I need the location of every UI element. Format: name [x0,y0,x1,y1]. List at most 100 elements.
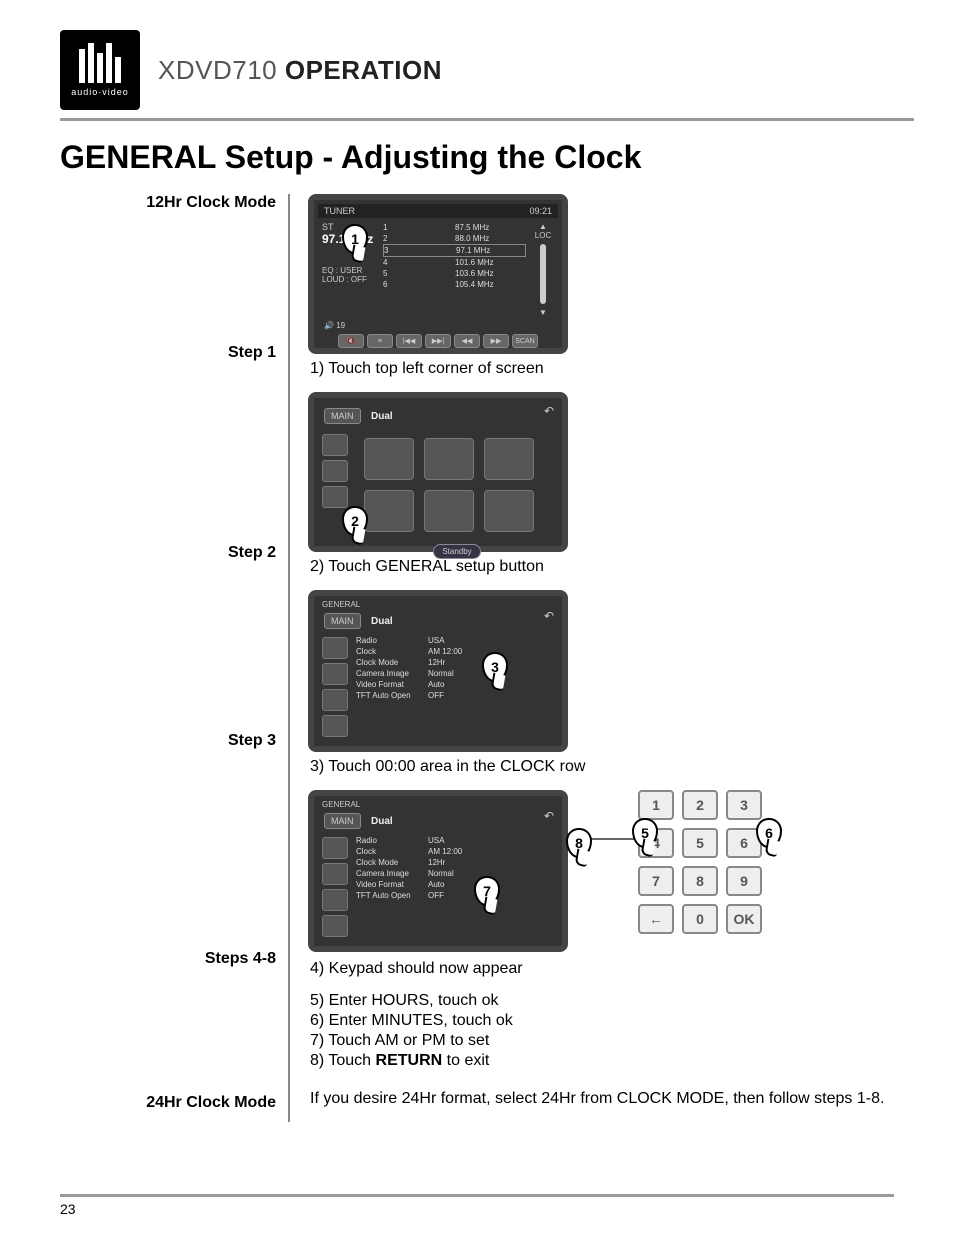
header-title: XDVD710 OPERATION [158,55,442,86]
callout-2: 2 [342,506,368,536]
caption-step6: 6) Enter MINUTES, touch ok [310,1012,914,1030]
preset-row[interactable]: 6105.4 MHz [383,279,526,290]
side-icon[interactable] [322,460,348,482]
side-icon[interactable] [322,663,348,685]
caption-24hr: If you desire 24Hr format, select 24Hr f… [310,1090,914,1108]
side-icon[interactable] [322,486,348,508]
tuner-bottom-bar: 🔇 ≡ |◀◀ ▶▶| ◀◀ ▶▶ SCAN [318,330,558,348]
keypad-back[interactable]: ← [638,904,674,934]
general-title: GENERAL [318,600,558,609]
callout-3: 3 [482,652,508,682]
brand-label: Dual [365,614,399,629]
tuner-right: ▲ LOC ▼ [532,222,554,317]
caption-step8: 8) Touch RETURN to exit [310,1052,914,1070]
label-step3: Step 3 [228,732,276,750]
header-model: XDVD710 [158,55,277,85]
menu-item[interactable] [424,490,474,532]
menu-item[interactable] [484,490,534,532]
keypad-key[interactable]: 9 [726,866,762,896]
callout-8: 8 [566,828,592,858]
return-icon[interactable]: ↶ [544,404,554,418]
tuner-loc: LOC [532,231,554,240]
keypad-key[interactable]: 2 [682,790,718,820]
setting-row[interactable]: TFT Auto OpenOFF [356,690,558,701]
main-button[interactable]: MAIN [324,613,361,629]
screenshot-general-1: GENERAL MAIN Dual ↶ RadioUSA ClockAM 12:… [308,590,568,752]
section-step3: GENERAL MAIN Dual ↶ RadioUSA ClockAM 12:… [308,590,914,776]
main-button[interactable]: MAIN [324,813,361,829]
btn-scan[interactable]: SCAN [512,334,538,348]
general-sidebar [318,833,352,941]
screenshot-general-2: GENERAL MAIN Dual ↶ RadioUSA ClockAM 12:… [308,790,568,952]
general-sidebar [318,633,352,741]
page-header: audio·video XDVD710 OPERATION [60,30,914,110]
side-icon[interactable] [322,637,348,659]
caption-step5: 5) Enter HOURS, touch ok [310,992,914,1010]
menu-item[interactable] [364,438,414,480]
keypad-key[interactable]: 1 [638,790,674,820]
preset-row[interactable]: 288.0 MHz [383,233,526,244]
tuner-titlebar: TUNER 09:21 [318,204,558,218]
setting-row-clock[interactable]: ClockAM 12:00 [356,646,558,657]
setting-row[interactable]: RadioUSA [356,635,558,646]
step-labels-column: 12Hr Clock Mode Step 1 Step 2 Step 3 Ste… [60,194,290,1122]
caption-step7: 7) Touch AM or PM to set [310,1032,914,1050]
setting-row[interactable]: Video FormatAuto [356,679,558,690]
setting-row[interactable]: Clock Mode12Hr [356,857,558,868]
preset-row[interactable]: 5103.6 MHz [383,268,526,279]
btn-next-icon[interactable]: ▶▶| [425,334,451,348]
btn-mute-icon[interactable]: 🔇 [338,334,364,348]
keypad-panel: 1 2 3 4 5 6 7 8 9 ← 0 OK 5 6 [638,790,778,934]
main-button[interactable]: MAIN [324,408,361,424]
side-icon[interactable] [322,889,348,911]
brand-label: Dual [365,409,399,424]
screenshot-mainmenu: MAIN Dual ↶ [308,392,568,552]
menu-item[interactable] [364,490,414,532]
caption-step4: 4) Keypad should now appear [310,960,914,978]
keypad-key[interactable]: 8 [682,866,718,896]
side-icon[interactable] [322,915,348,937]
caption-step2: 2) Touch GENERAL setup button [310,558,914,576]
setting-row[interactable]: TFT Auto OpenOFF [356,890,558,901]
content-area: 12Hr Clock Mode Step 1 Step 2 Step 3 Ste… [60,194,914,1122]
mainmenu-top: MAIN Dual ↶ [318,402,558,430]
side-icon[interactable] [322,689,348,711]
keypad-key[interactable]: 0 [682,904,718,934]
keypad-key[interactable]: 5 [682,828,718,858]
return-icon[interactable]: ↶ [544,609,554,623]
side-icon[interactable] [322,837,348,859]
btn-rew-icon[interactable]: ◀◀ [454,334,480,348]
logo-bars-icon [79,43,121,83]
section-step2: MAIN Dual ↶ [308,392,914,576]
preset-row[interactable]: 187.5 MHz [383,222,526,233]
setting-row[interactable]: Video FormatAuto [356,879,558,890]
preset-row[interactable]: 4101.6 MHz [383,257,526,268]
setting-row[interactable]: RadioUSA [356,835,558,846]
setting-row[interactable]: Clock Mode12Hr [356,657,558,668]
brand-logo: audio·video [60,30,140,110]
side-icon[interactable] [322,863,348,885]
menu-item[interactable] [424,438,474,480]
general-top: MAIN Dual ↶ [318,609,558,633]
callout-7: 7 [474,876,500,906]
setting-row[interactable]: Camera ImageNormal [356,668,558,679]
menu-item[interactable] [484,438,534,480]
tuner-scrollbar[interactable] [540,244,546,304]
return-icon[interactable]: ↶ [544,809,554,823]
keypad-ok[interactable]: OK [726,904,762,934]
tuner-presets: 187.5 MHz 288.0 MHz 397.1 MHz 4101.6 MHz… [383,222,526,317]
standby-button[interactable]: Standby [433,544,480,559]
keypad-key[interactable]: 7 [638,866,674,896]
setting-row[interactable]: Camera ImageNormal [356,868,558,879]
section-step1: TUNER 09:21 ST 97.1 MHz EQ : USER LOUD :… [308,194,914,378]
setting-row-clock[interactable]: ClockAM 12:00 [356,846,558,857]
keypad-key[interactable]: 3 [726,790,762,820]
side-icon[interactable] [322,434,348,456]
btn-band-icon[interactable]: ≡ [367,334,393,348]
btn-prev-icon[interactable]: |◀◀ [396,334,422,348]
tuner-vol-row: 🔊 19 [318,321,558,330]
label-step1: Step 1 [228,344,276,362]
preset-row[interactable]: 397.1 MHz [383,244,526,257]
side-icon[interactable] [322,715,348,737]
btn-ff-icon[interactable]: ▶▶ [483,334,509,348]
